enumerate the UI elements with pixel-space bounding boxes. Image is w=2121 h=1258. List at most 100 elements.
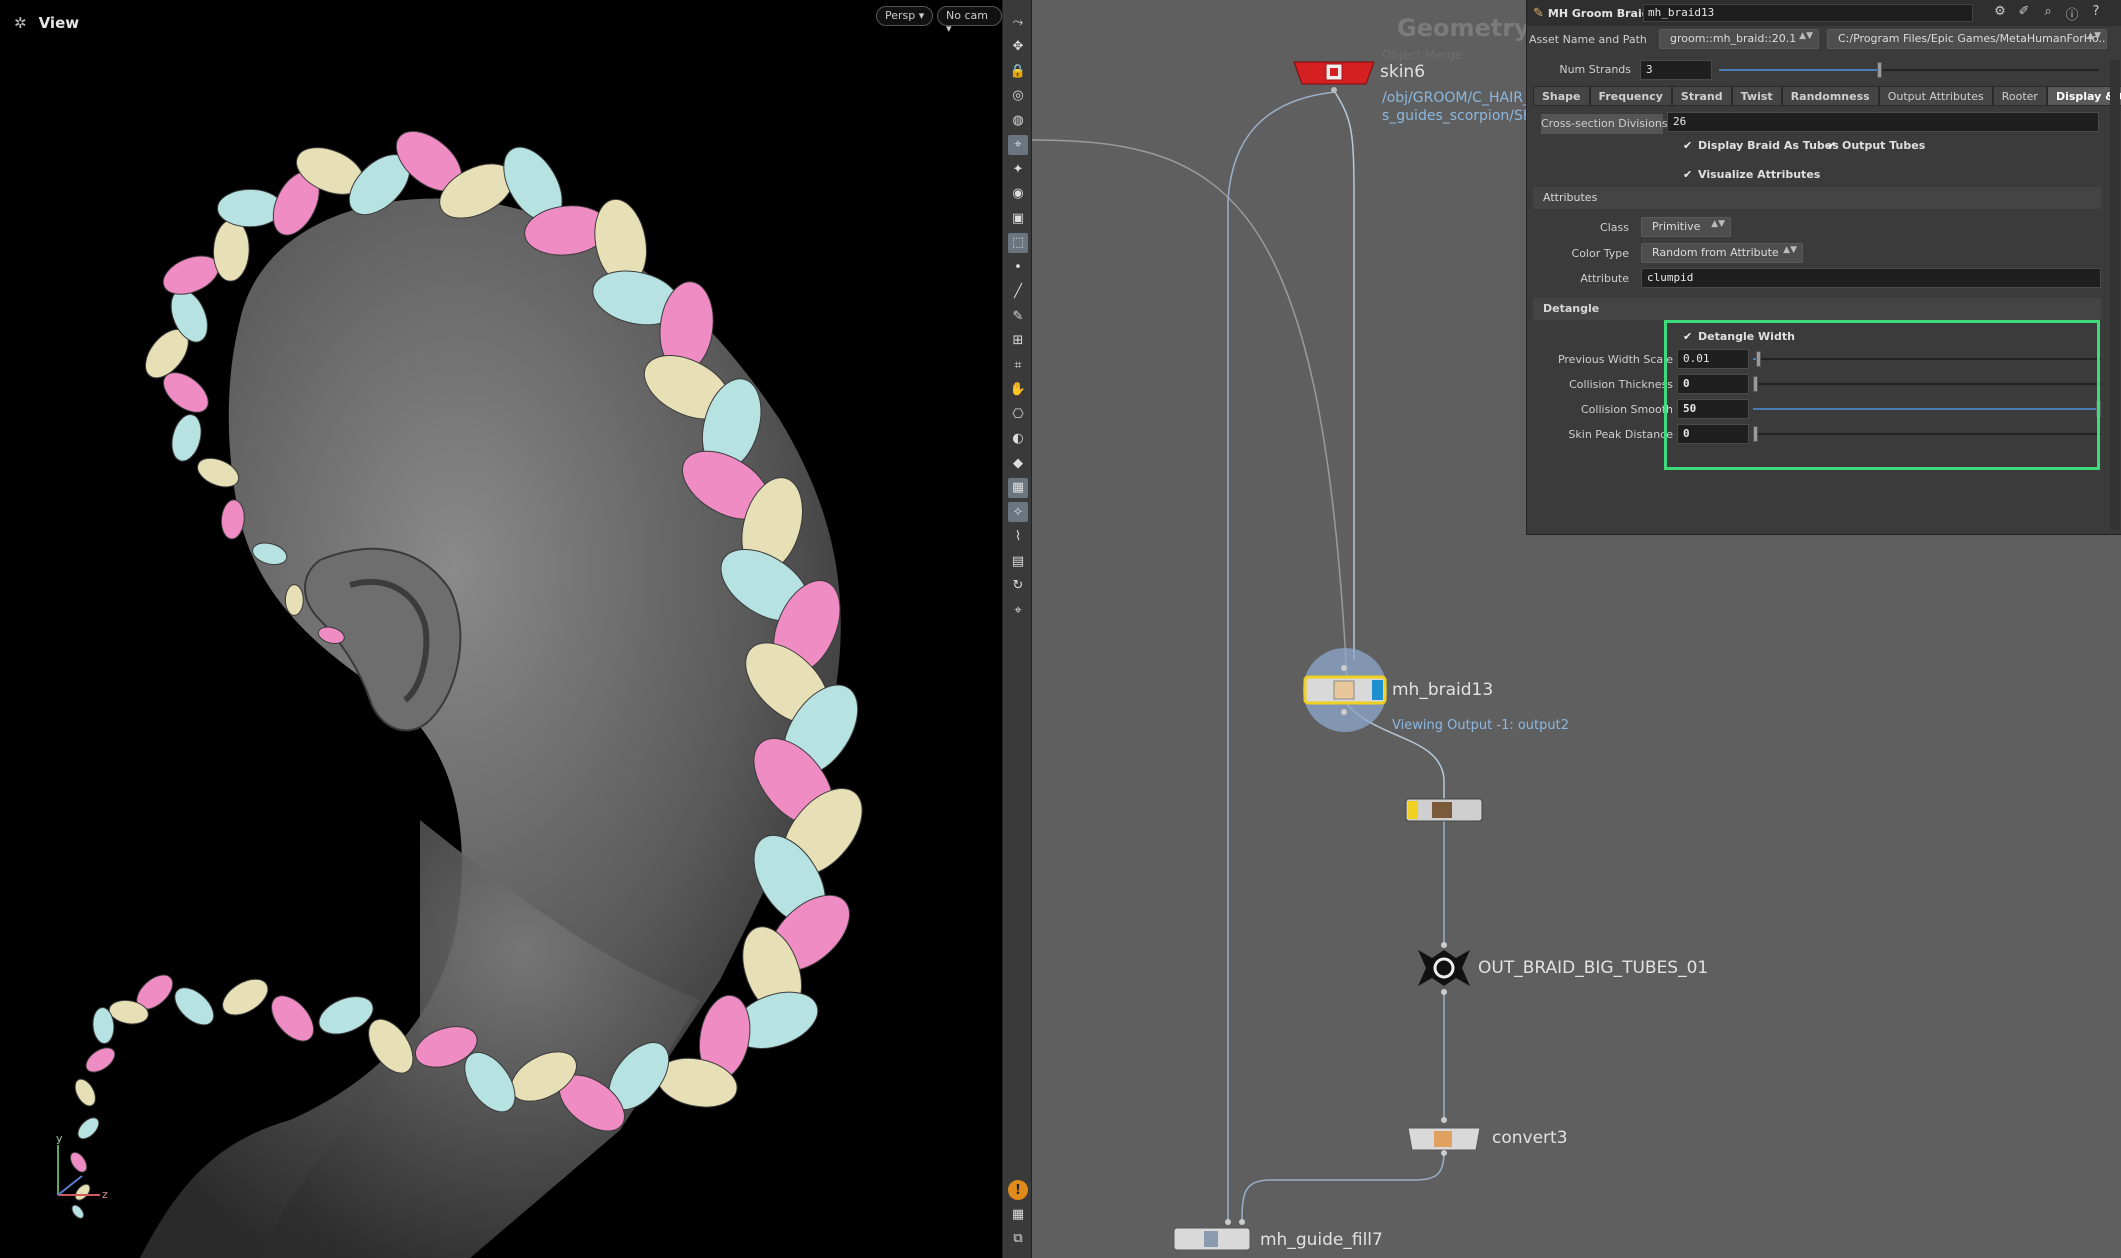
display-braid-tubes-checkbox[interactable]: ✔ Display Braid As Tubes (1683, 139, 1839, 152)
convert3-node[interactable] (1407, 1117, 1481, 1156)
braid-lobe (174, 987, 215, 1026)
viewport-toolbar: ⤳ ✥ 🔒 ◎ ◍ ⌖ ✦ ◉ ▣ ⬚ • ╱ ✎ ⊞ ⌗ ✋ ⎔ ◐ ◆ ▦ ✧ ⌇ ▤ ↻ ⌖! ▦ ⧉ (1002, 0, 1032, 1258)
collision-thickness-slider[interactable] (1753, 374, 2101, 394)
skin6-node[interactable] (1293, 61, 1375, 93)
asset-name-menu[interactable]: groom::mh_braid::20.1 ▲▼ (1659, 29, 1819, 49)
grid-icon[interactable]: ⊞ (1008, 331, 1028, 351)
detangle-width-checkbox[interactable]: ✔ Detangle Width (1683, 330, 1795, 343)
cross-section-field[interactable]: 26 (1667, 112, 2099, 132)
mh-guide-fill7-node[interactable] (1173, 1219, 1251, 1251)
previous-width-scale-label: Previous Width Scale (1557, 353, 1673, 366)
check-icon: ✔ (1827, 139, 1837, 152)
snap-icon[interactable]: ⌖ (1008, 134, 1028, 155)
layout-icon[interactable]: ▦ (1008, 1204, 1028, 1224)
skin6-path-line2: s_guides_scorpion/SKIN (1382, 108, 1547, 124)
collision-thickness-field[interactable]: 0 (1677, 374, 1749, 394)
out-braid-null-label: OUT_BRAID_BIG_TUBES_01 (1478, 958, 1709, 978)
tab-rooter[interactable]: Rooter (1992, 86, 2047, 106)
sculpt-icon[interactable]: ✋ (1008, 380, 1028, 400)
cross-section-label: Cross-section Divisions (1541, 114, 1668, 134)
edge-icon[interactable]: ╱ (1008, 282, 1028, 302)
tab-twist[interactable]: Twist (1731, 86, 1782, 106)
switch-node[interactable] (1405, 798, 1483, 822)
braid-lobe (220, 499, 245, 540)
pose-tool-icon[interactable]: ✥ (1008, 37, 1028, 57)
camera-icon[interactable]: ◉ (1008, 184, 1028, 204)
view-options-icon[interactable]: ◐ (1008, 429, 1028, 449)
collision-smooth-field[interactable]: 50 (1677, 399, 1749, 419)
display-icon[interactable]: ▣ (1008, 208, 1028, 228)
info-icon[interactable]: ⓘ (2063, 4, 2081, 23)
persp-menu-button[interactable]: Persp ▾ (876, 6, 934, 26)
light-toggle-icon[interactable]: ✧ (1008, 502, 1028, 522)
group-icon[interactable]: ⬚ (1008, 232, 1028, 253)
num-strands-slider[interactable] (1719, 60, 2099, 80)
select-icon[interactable]: ◎ (1008, 86, 1028, 106)
mh-braid13-viewing-note: Viewing Output -1: output2 (1392, 718, 1569, 733)
skin-peak-distance-field[interactable]: 0 (1677, 424, 1749, 444)
tab-output-attributes[interactable]: Output Attributes (1878, 86, 1993, 106)
num-strands-field[interactable]: 3 (1640, 60, 1712, 80)
tab-strand[interactable]: Strand (1671, 86, 1732, 106)
lock-icon[interactable]: 🔒 (1008, 61, 1028, 81)
braid-lobe (69, 1151, 88, 1173)
color-type-menu[interactable]: Random from Attribute ▲▼ (1641, 243, 1803, 263)
ghost-icon[interactable]: ◆ (1008, 453, 1028, 473)
hide-icon[interactable]: ▤ (1008, 551, 1028, 571)
attribute-field[interactable]: clumpid (1641, 268, 2101, 288)
axis-y-label: y (56, 1132, 63, 1145)
parameter-scrollbar[interactable] (2110, 60, 2120, 530)
asset-label: Asset Name and Path (1529, 33, 1647, 46)
node-type-label: MH Groom Braid (1547, 6, 1650, 20)
viewport-scene[interactable]: y z (0, 0, 1002, 1258)
braid-lobe (212, 219, 250, 282)
convert3-label: convert3 (1492, 1128, 1568, 1148)
check-icon: ✔ (1683, 330, 1693, 343)
previous-width-scale-field[interactable]: 0.01 (1677, 349, 1749, 369)
cook-icon[interactable]: ↻ (1008, 576, 1028, 596)
attribute-label: Attribute (1580, 272, 1629, 285)
tab-frequency[interactable]: Frequency (1589, 86, 1672, 106)
braid-lobe (77, 1117, 100, 1140)
previous-width-scale-slider[interactable] (1753, 349, 2101, 369)
braid-lobe (71, 1204, 85, 1219)
collision-smooth-slider[interactable] (1753, 399, 2101, 419)
brush-icon[interactable]: ✐ (2015, 4, 2033, 22)
snapshot-icon[interactable]: ⧉ (1008, 1228, 1028, 1248)
background-icon[interactable]: ▦ (1008, 477, 1028, 498)
asset-path-menu[interactable]: C:/Program Files/Epic Games/MetaHumanFor… (1827, 29, 2107, 49)
light-icon[interactable]: ✦ (1008, 159, 1028, 179)
node-name-field[interactable]: mh_braid13 (1643, 4, 1973, 22)
pin-icon[interactable]: ⌖ (1008, 600, 1028, 620)
parameter-tabs: Shape Frequency Strand Twist Randomness Outpu… (1533, 86, 2121, 106)
warning-icon[interactable]: ! (1008, 1180, 1028, 1200)
braid-lobe (171, 414, 202, 462)
attributes-section[interactable]: Attributes (1533, 187, 2101, 209)
3d-viewport[interactable]: y z ✲ View Persp ▾ No cam ▾ (0, 0, 1002, 1258)
check-icon: ✔ (1683, 168, 1693, 181)
view-tool-icon[interactable]: ⤳ (1008, 12, 1028, 32)
wire-icon[interactable]: ⌇ (1008, 527, 1028, 547)
visualize-attributes-checkbox[interactable]: ✔ Visualize Attributes (1683, 168, 1820, 181)
tab-shape[interactable]: Shape (1533, 86, 1590, 106)
brush-icon[interactable]: ✎ (1008, 306, 1028, 326)
template-icon[interactable]: ⎔ (1008, 404, 1028, 424)
view-icon[interactable]: ✲ (14, 14, 27, 32)
out-braid-null-node[interactable] (1418, 942, 1470, 995)
viewport-title: View (38, 14, 80, 32)
camera-menu-button[interactable]: No cam ▾ (937, 6, 1002, 35)
num-strands-label: Num Strands (1559, 63, 1631, 76)
mh-braid13-node[interactable] (1303, 648, 1387, 732)
skin-peak-distance-slider[interactable] (1753, 424, 2101, 444)
handle-icon[interactable]: ◍ (1008, 110, 1028, 130)
point-icon[interactable]: • (1008, 257, 1028, 277)
help-icon[interactable]: ? (2087, 4, 2105, 22)
search-icon[interactable]: ⌕ (2039, 4, 2057, 22)
tab-randomness[interactable]: Randomness (1781, 86, 1879, 106)
skin6-label: skin6 (1380, 62, 1426, 82)
output-tubes-checkbox[interactable]: ✔ Output Tubes (1827, 139, 1925, 152)
class-menu[interactable]: Primitive ▲▼ (1641, 217, 1731, 237)
detangle-section[interactable]: Detangle (1533, 298, 2101, 320)
gear-icon[interactable]: ⚙ (1991, 4, 2009, 22)
attribute-icon[interactable]: ⌗ (1008, 355, 1028, 375)
